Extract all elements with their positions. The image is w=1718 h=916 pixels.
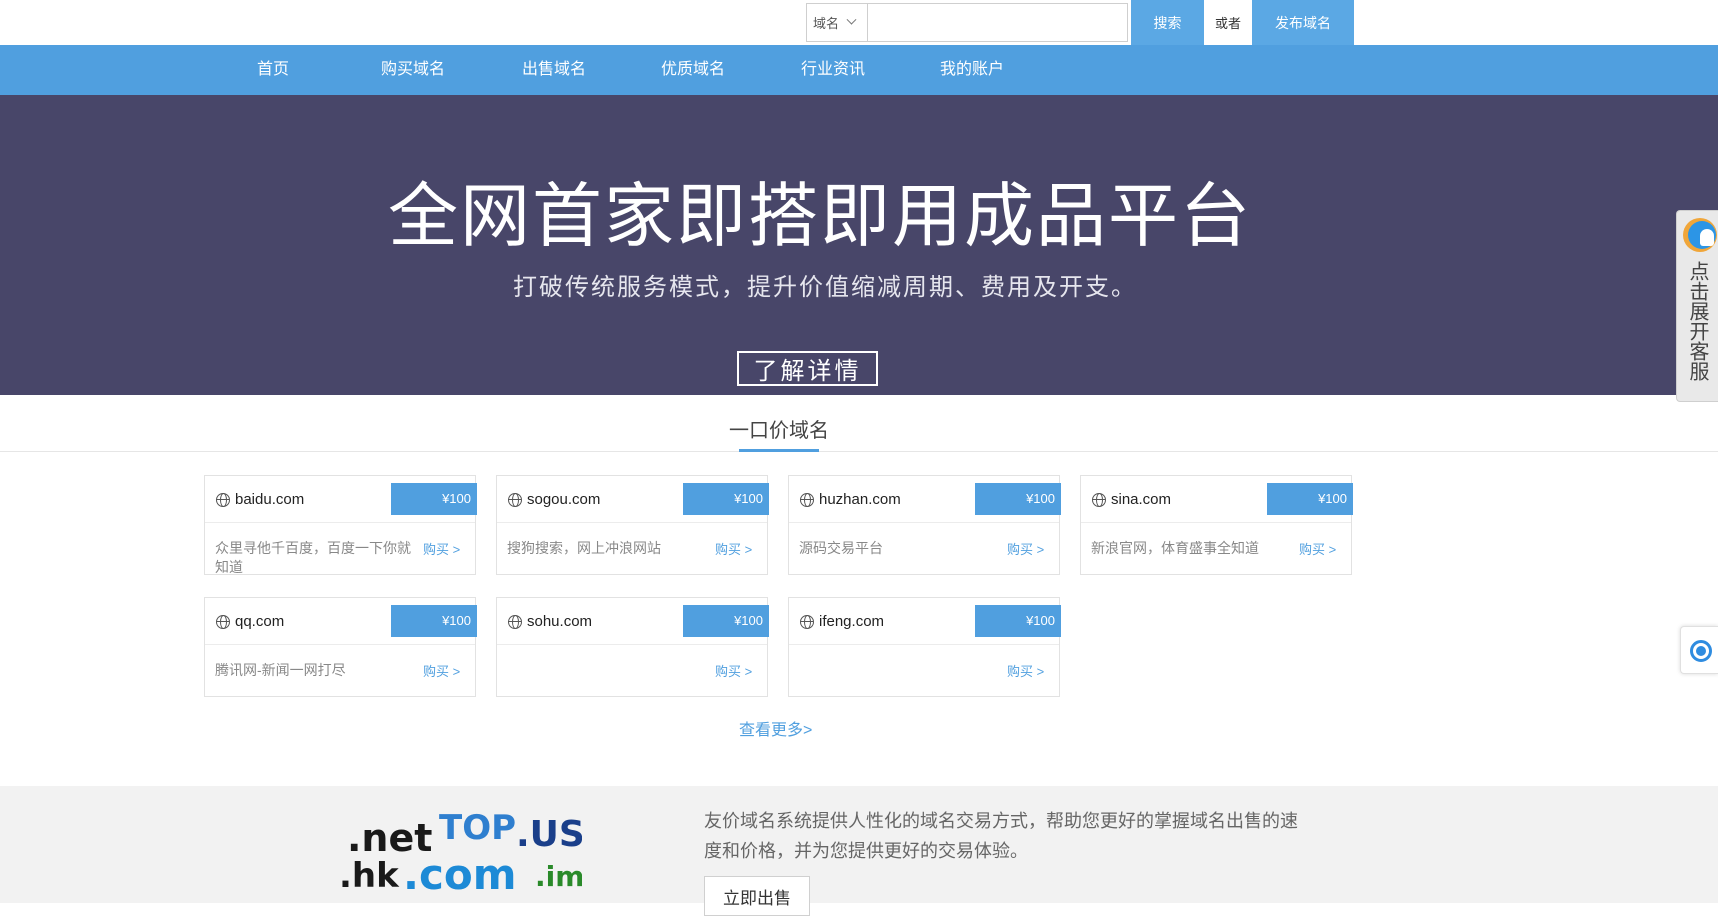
nav-item-sell-domain[interactable]: 出售域名 bbox=[522, 45, 586, 95]
hero-subtitle: 打破传统服务模式，提升价值缩减周期、费用及开支。 bbox=[513, 273, 1137, 301]
promo-description: 友价域名系统提供人性化的域名交易方式，帮助您更好的掌握域名出售的速度和价格，并为… bbox=[704, 811, 1298, 861]
buy-link[interactable]: 购买 > bbox=[1007, 539, 1044, 558]
domain-description: 搜狗搜索，网上冲浪网站 bbox=[507, 540, 661, 556]
nav-item-buy-domain[interactable]: 购买域名 bbox=[381, 45, 445, 95]
domain-name[interactable]: sogou.com bbox=[527, 491, 600, 508]
domain-extensions-logo: .net TOP .US .hk .com .im bbox=[339, 808, 582, 899]
domain-card: huzhan.com ¥100 源码交易平台 购买 > bbox=[788, 475, 1061, 575]
search-category-select[interactable]: 域名 bbox=[806, 3, 867, 42]
top-search-bar: 域名 搜索 或者 发布域名 bbox=[0, 0, 1718, 45]
price-badge: ¥100 bbox=[683, 605, 769, 637]
buy-link[interactable]: 购买 > bbox=[715, 661, 752, 680]
domain-name[interactable]: sina.com bbox=[1111, 491, 1171, 508]
hero-banner: 全网首家即搭即用成品平台 打破传统服务模式，提升价值缩减周期、费用及开支。 了解… bbox=[0, 95, 1718, 395]
search-input[interactable] bbox=[867, 3, 1128, 42]
sell-promo-section: .net TOP .US .hk .com .im 友价域名系统提供人性化的域名… bbox=[0, 786, 1718, 916]
domain-description: 新浪官网，体育盛事全知道 bbox=[1091, 540, 1259, 556]
domain-card: sohu.com ¥100 购买 > bbox=[496, 597, 769, 697]
sell-now-button[interactable]: 立即出售 bbox=[704, 876, 810, 916]
buy-link[interactable]: 购买 > bbox=[715, 539, 752, 558]
buy-link[interactable]: 购买 > bbox=[1007, 661, 1044, 680]
domain-card: baidu.com ¥100 众里寻他千百度，百度一下你就知道 购买 > bbox=[204, 475, 477, 575]
globe-icon bbox=[508, 493, 522, 507]
globe-icon bbox=[216, 493, 230, 507]
nav-item-premium-domain[interactable]: 优质域名 bbox=[661, 45, 725, 95]
domain-name[interactable]: qq.com bbox=[235, 613, 284, 630]
section-underline bbox=[739, 449, 819, 452]
chat-icon bbox=[1683, 218, 1717, 252]
fixed-price-section-header: 一口价域名 bbox=[0, 395, 1718, 452]
price-badge: ¥100 bbox=[391, 605, 477, 637]
nav-item-my-account[interactable]: 我的账户 bbox=[940, 45, 1004, 95]
domain-description: 众里寻他千百度，百度一下你就知道 bbox=[215, 540, 411, 575]
domain-card: sina.com ¥100 新浪官网，体育盛事全知道 购买 > bbox=[1080, 475, 1353, 575]
domain-name[interactable]: sohu.com bbox=[527, 613, 592, 630]
domain-description: 腾讯网-新闻一网打尽 bbox=[215, 662, 346, 678]
buy-link[interactable]: 购买 > bbox=[1299, 539, 1336, 558]
price-badge: ¥100 bbox=[1267, 483, 1353, 515]
price-badge: ¥100 bbox=[975, 605, 1061, 637]
section-title: 一口价域名 bbox=[729, 420, 829, 442]
or-label: 或者 bbox=[1204, 0, 1252, 45]
support-float-button[interactable] bbox=[1680, 626, 1718, 674]
nav-item-industry-news[interactable]: 行业资讯 bbox=[801, 45, 865, 95]
domain-name[interactable]: ifeng.com bbox=[819, 613, 884, 630]
view-more-link[interactable]: 查看更多> bbox=[739, 716, 812, 740]
globe-icon bbox=[216, 615, 230, 629]
globe-icon bbox=[508, 615, 522, 629]
search-group: 域名 bbox=[806, 3, 1128, 42]
domain-name[interactable]: baidu.com bbox=[235, 491, 304, 508]
domain-card: ifeng.com ¥100 购买 > bbox=[788, 597, 1061, 697]
globe-icon bbox=[800, 615, 814, 629]
globe-icon bbox=[800, 493, 814, 507]
domain-card: sogou.com ¥100 搜狗搜索，网上冲浪网站 购买 > bbox=[496, 475, 769, 575]
globe-icon bbox=[1092, 493, 1106, 507]
price-badge: ¥100 bbox=[683, 483, 769, 515]
buy-link[interactable]: 购买 > bbox=[423, 661, 460, 680]
price-badge: ¥100 bbox=[975, 483, 1061, 515]
publish-domain-button[interactable]: 发布域名 bbox=[1252, 0, 1354, 45]
customer-service-label: 点击展开客服 bbox=[1686, 261, 1708, 381]
search-category-value: 域名 bbox=[813, 16, 840, 31]
chevron-down-icon bbox=[846, 14, 857, 25]
domain-description: 源码交易平台 bbox=[799, 540, 883, 556]
buy-link[interactable]: 购买 > bbox=[423, 539, 460, 558]
nav-item-home[interactable]: 首页 bbox=[257, 45, 289, 95]
domain-name[interactable]: huzhan.com bbox=[819, 491, 901, 508]
main-nav: 首页 购买域名 出售域名 优质域名 行业资讯 我的账户 bbox=[0, 45, 1718, 95]
customer-service-tab[interactable]: 点击展开客服 bbox=[1676, 210, 1718, 402]
price-badge: ¥100 bbox=[391, 483, 477, 515]
search-button[interactable]: 搜索 bbox=[1131, 0, 1204, 45]
hero-title: 全网首家即搭即用成品平台 bbox=[388, 175, 1252, 257]
domain-card: qq.com ¥100 腾讯网-新闻一网打尽 购买 > bbox=[204, 597, 477, 697]
learn-more-button[interactable]: 了解详情 bbox=[737, 351, 878, 386]
